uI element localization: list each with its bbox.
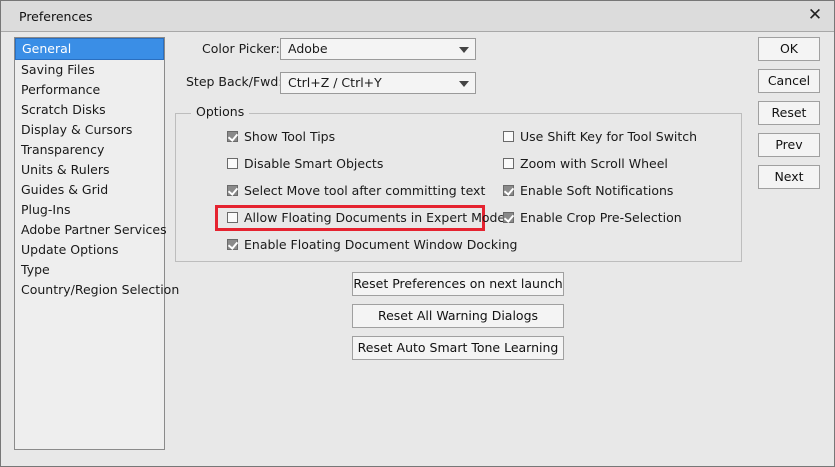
zoom-scroll-wheel-label: Zoom with Scroll Wheel — [520, 156, 668, 171]
soft-notifications-label: Enable Soft Notifications — [520, 183, 674, 198]
checkbox-checked[interactable] — [227, 131, 238, 142]
sidebar-item-scratch-disks[interactable]: Scratch Disks — [15, 100, 164, 120]
reset-preferences-button[interactable]: Reset Preferences on next launch — [352, 272, 564, 296]
zoom-scroll-wheel-option[interactable]: Zoom with Scroll Wheel — [503, 156, 668, 171]
color-picker-value: Adobe — [288, 41, 328, 56]
sidebar-item-update-options[interactable]: Update Options — [15, 240, 164, 260]
checkbox-unchecked[interactable] — [503, 158, 514, 169]
ok-button[interactable]: OK — [758, 37, 820, 61]
checkbox-unchecked[interactable] — [227, 158, 238, 169]
color-picker-label: Color Picker: — [202, 41, 280, 56]
sidebar-item-country-region[interactable]: Country/Region Selection — [15, 280, 179, 300]
select-move-tool-option[interactable]: Select Move tool after committing text — [227, 183, 485, 198]
sidebar-item-transparency[interactable]: Transparency — [15, 140, 164, 160]
checkbox-unchecked[interactable] — [503, 131, 514, 142]
show-tool-tips-label: Show Tool Tips — [244, 129, 336, 144]
checkbox-checked[interactable] — [227, 185, 238, 196]
checkbox-checked[interactable] — [503, 185, 514, 196]
chevron-down-icon — [459, 47, 469, 53]
close-icon[interactable]: ✕ — [806, 5, 824, 25]
reset-smart-tone-button[interactable]: Reset Auto Smart Tone Learning — [352, 336, 564, 360]
next-button[interactable]: Next — [758, 165, 820, 189]
chevron-down-icon — [459, 81, 469, 87]
sidebar-item-units-rulers[interactable]: Units & Rulers — [15, 160, 164, 180]
color-picker-select[interactable]: Adobe — [280, 38, 476, 60]
reset-button[interactable]: Reset — [758, 101, 820, 125]
sidebar-item-saving-files[interactable]: Saving Files — [15, 60, 164, 80]
reset-warning-dialogs-button[interactable]: Reset All Warning Dialogs — [352, 304, 564, 328]
sidebar-item-adobe-partner-services[interactable]: Adobe Partner Services — [15, 220, 167, 240]
allow-floating-documents-option[interactable]: Allow Floating Documents in Expert Mode — [227, 210, 505, 225]
use-shift-key-option[interactable]: Use Shift Key for Tool Switch — [503, 129, 697, 144]
crop-preselection-label: Enable Crop Pre-Selection — [520, 210, 682, 225]
title-bar: Preferences ✕ — [1, 1, 834, 32]
prev-button[interactable]: Prev — [758, 133, 820, 157]
select-move-tool-label: Select Move tool after committing text — [244, 183, 486, 198]
enable-floating-docking-option[interactable]: Enable Floating Document Window Docking — [227, 237, 517, 252]
sidebar-item-display-cursors[interactable]: Display & Cursors — [15, 120, 164, 140]
step-back-fwd-select[interactable]: Ctrl+Z / Ctrl+Y — [280, 72, 476, 94]
show-tool-tips-option[interactable]: Show Tool Tips — [227, 129, 335, 144]
sidebar-item-guides-grid[interactable]: Guides & Grid — [15, 180, 164, 200]
checkbox-checked[interactable] — [503, 212, 514, 223]
sidebar-item-general[interactable]: General — [15, 38, 164, 60]
step-back-fwd-label: Step Back/Fwd: — [186, 74, 283, 89]
checkbox-unchecked[interactable] — [227, 212, 238, 223]
preferences-dialog: Preferences ✕ General Saving Files Perfo… — [0, 0, 835, 467]
disable-smart-objects-option[interactable]: Disable Smart Objects — [227, 156, 383, 171]
disable-smart-objects-label: Disable Smart Objects — [244, 156, 384, 171]
sidebar-item-plug-ins[interactable]: Plug-Ins — [15, 200, 164, 220]
step-back-fwd-value: Ctrl+Z / Ctrl+Y — [288, 75, 382, 90]
allow-floating-documents-label: Allow Floating Documents in Expert Mode — [244, 210, 506, 225]
cancel-button[interactable]: Cancel — [758, 69, 820, 93]
crop-preselection-option[interactable]: Enable Crop Pre-Selection — [503, 210, 682, 225]
enable-floating-docking-label: Enable Floating Document Window Docking — [244, 237, 518, 252]
sidebar-item-performance[interactable]: Performance — [15, 80, 164, 100]
category-list: General Saving Files Performance Scratch… — [14, 37, 179, 450]
sidebar-item-type[interactable]: Type — [15, 260, 164, 280]
soft-notifications-option[interactable]: Enable Soft Notifications — [503, 183, 673, 198]
window-title: Preferences — [19, 9, 93, 24]
use-shift-key-label: Use Shift Key for Tool Switch — [520, 129, 698, 144]
options-group-title: Options — [191, 104, 250, 119]
checkbox-checked[interactable] — [227, 239, 238, 250]
